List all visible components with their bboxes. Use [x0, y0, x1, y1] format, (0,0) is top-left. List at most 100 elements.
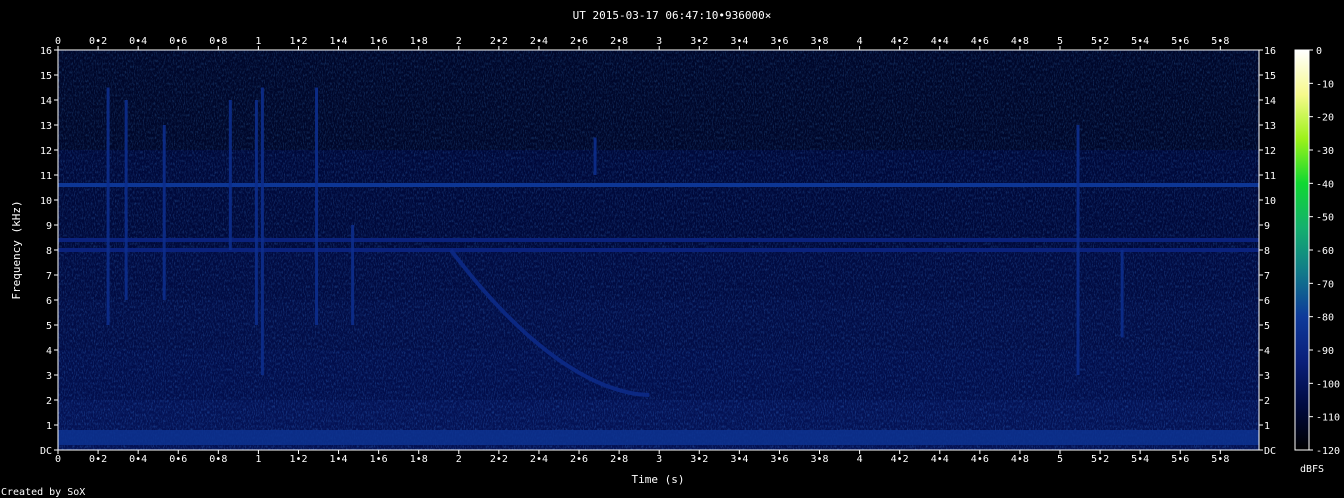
y-tick-label: 4 [1264, 346, 1270, 357]
y-tick-label: 10 [40, 196, 52, 207]
x-tick-label: 2•4 [530, 454, 548, 465]
y-tick-label: 9 [46, 221, 52, 232]
x-tick-label: 1•2 [289, 454, 307, 465]
plot-area [58, 50, 1259, 450]
x-tick-label: 1•6 [370, 36, 388, 47]
colorbar-tick-label: -70 [1316, 279, 1334, 290]
y-tick-label: 16 [40, 46, 52, 57]
y-tick-label: 6 [46, 296, 52, 307]
y-tick-label: 16 [1264, 46, 1276, 57]
colorbar-tick-label: -40 [1316, 179, 1334, 190]
x-tick-label: 0•4 [129, 454, 147, 465]
x-tick-label: 4•2 [891, 454, 909, 465]
x-tick-label: 5•8 [1211, 36, 1229, 47]
x-tick-label: 1•8 [410, 36, 428, 47]
x-tick-label: 1•8 [410, 454, 428, 465]
x-tick-label: 1•6 [370, 454, 388, 465]
y-tick-label: 3 [46, 371, 52, 382]
x-tick-label: 0•8 [209, 454, 227, 465]
x-tick-label: 2•8 [610, 36, 628, 47]
x-tick-label: 2•4 [530, 36, 548, 47]
y-tick-label: DC [1264, 446, 1276, 457]
impulse-line [351, 225, 355, 325]
y-tick-label: 11 [40, 171, 52, 182]
impulse-line [1120, 250, 1124, 338]
x-tick-label: 3•6 [770, 454, 788, 465]
x-tick-label: 1•2 [289, 36, 307, 47]
y-ticks-right: DC12345678910111213141516 [1259, 46, 1276, 457]
x-tick-label: 5•2 [1091, 454, 1109, 465]
x-tick-label: 5 [1057, 36, 1063, 47]
spectrogram-figure: UT 2015-03-17 06:47:10•936000× 0 0•2 0•4 0•… [1, 9, 1340, 498]
colorbar [1294, 49, 1310, 451]
x-tick-label: 5•4 [1131, 36, 1149, 47]
x-tick-label: 0•6 [169, 36, 187, 47]
x-tick-label: 3•4 [730, 36, 748, 47]
y-tick-label: 14 [1264, 96, 1276, 107]
y-tick-label: 8 [46, 246, 52, 257]
x-tick-label: 5•6 [1171, 36, 1189, 47]
x-tick-label: 3•6 [770, 36, 788, 47]
colorbar-label: dBFS [1300, 464, 1324, 475]
x-tick-label: 5 [1057, 454, 1063, 465]
x-tick-label: 2 [456, 36, 462, 47]
x-tick-label: 0•6 [169, 454, 187, 465]
x-tick-label: 5•2 [1091, 36, 1109, 47]
y-tick-label: 13 [1264, 121, 1276, 132]
x-tick-label: 2•6 [570, 36, 588, 47]
x-tick-label: 1 [255, 36, 261, 47]
x-tick-label: 4 [857, 454, 863, 465]
x-tick-label: 3•8 [810, 454, 828, 465]
colorbar-tick-label: 0 [1316, 46, 1322, 57]
x-tick-label: 4•6 [971, 454, 989, 465]
y-tick-label: 11 [1264, 171, 1276, 182]
x-tick-label: 2•2 [490, 454, 508, 465]
colorbar-tick-label: -100 [1316, 379, 1340, 390]
y-tick-label: 8 [1264, 246, 1270, 257]
impulse-line [593, 137, 597, 175]
colorbar-tick-label: -60 [1316, 246, 1334, 257]
impulse-line [228, 100, 232, 250]
x-tick-label: 3•2 [690, 36, 708, 47]
colorbar-tick-label: -80 [1316, 313, 1334, 324]
x-tick-label: 4•4 [931, 454, 949, 465]
x-tick-label: 2•6 [570, 454, 588, 465]
x-ticks-bottom: 0 0•2 0•4 0•6 0•8 1 1•2 1•4 1•6 1•8 2 2•2 2•4 2•6 2•8 3… [55, 450, 1229, 465]
x-tick-label: 5•4 [1131, 454, 1149, 465]
x-tick-label: 4 [857, 36, 863, 47]
y-tick-label: 13 [40, 121, 52, 132]
x-tick-label: 0 [55, 36, 61, 47]
y-ticks-left: DC12345678910111213141516 [40, 46, 58, 457]
y-tick-label: 5 [1264, 321, 1270, 332]
footer-credit: Created by SoX [1, 487, 85, 498]
x-tick-label: 4•2 [891, 36, 909, 47]
y-tick-label: 9 [1264, 221, 1270, 232]
x-ticks-top: 0 0•2 0•4 0•6 0•8 1 1•2 1•4 1•6 1•8 2 2•2 2•4 2•6 2•8 3… [55, 36, 1229, 50]
x-tick-label: 3•8 [810, 36, 828, 47]
y-tick-label: 1 [1264, 421, 1270, 432]
colorbar-tick-label: -20 [1316, 113, 1334, 124]
colorbar-tick-label: -90 [1316, 346, 1334, 357]
x-tick-label: 0•4 [129, 36, 147, 47]
x-tick-label: 4•8 [1011, 36, 1029, 47]
y-tick-label: 15 [1264, 71, 1276, 82]
impulse-line [260, 87, 264, 375]
y-tick-label: 2 [1264, 396, 1270, 407]
impulse-line [1076, 125, 1080, 375]
y-tick-label: 6 [1264, 296, 1270, 307]
colorbar-tick-label: -30 [1316, 146, 1334, 157]
y-tick-label: 12 [40, 146, 52, 157]
y-tick-label: 1 [46, 421, 52, 432]
x-tick-label: 3 [656, 36, 662, 47]
y-tick-label: 15 [40, 71, 52, 82]
y-tick-label: 7 [46, 271, 52, 282]
colorbar-tick-label: -110 [1316, 413, 1340, 424]
colorbar-ticks: 0 -10 -20 -30 -40 -50 -60 -70 -80 -90 -100 -110 -120 [1309, 46, 1340, 457]
impulse-line [315, 87, 319, 325]
x-tick-label: 4•4 [931, 36, 949, 47]
y-tick-label: 5 [46, 321, 52, 332]
x-tick-label: 0•2 [89, 36, 107, 47]
x-tick-label: 2 [456, 454, 462, 465]
colorbar-tick-label: -120 [1316, 446, 1340, 457]
impulse-line [254, 100, 258, 325]
